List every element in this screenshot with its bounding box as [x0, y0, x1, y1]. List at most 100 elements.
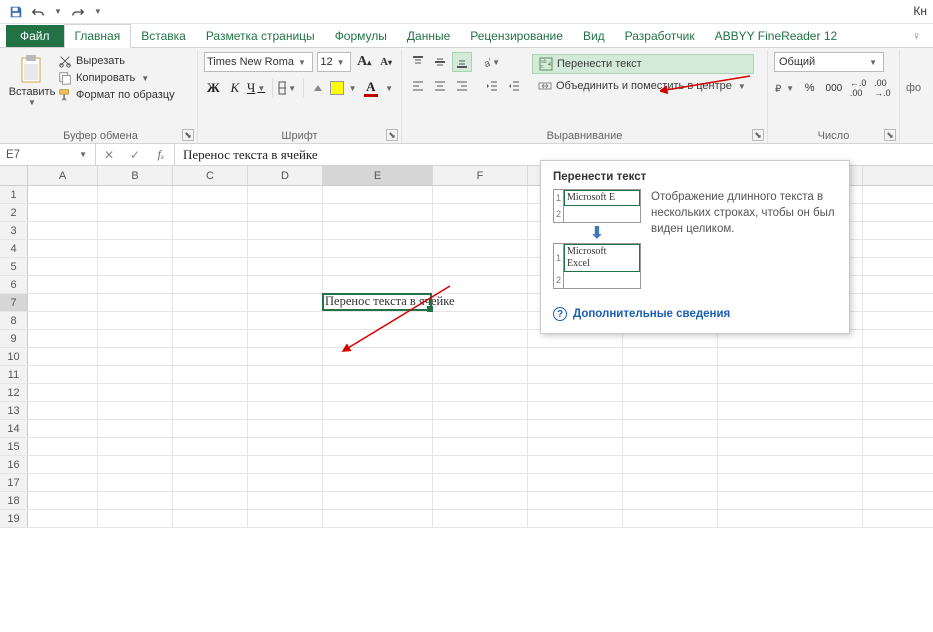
- tab-file[interactable]: Файл: [6, 25, 64, 47]
- cell-E1[interactable]: [323, 186, 433, 204]
- cell-A5[interactable]: [28, 258, 98, 276]
- cell-F11[interactable]: [433, 366, 528, 384]
- cell-D18[interactable]: [248, 492, 323, 510]
- tab-view[interactable]: Вид: [573, 25, 615, 47]
- cell-F15[interactable]: [433, 438, 528, 456]
- number-format-select[interactable]: Общий▼: [774, 52, 884, 72]
- fx-icon[interactable]: fₓ: [148, 147, 174, 162]
- cell-H10[interactable]: [623, 348, 718, 366]
- borders-button[interactable]: ▼: [278, 78, 298, 98]
- row-header-14[interactable]: 14: [0, 420, 28, 437]
- cell-H11[interactable]: [623, 366, 718, 384]
- cell-C19[interactable]: [173, 510, 248, 528]
- cell-A15[interactable]: [28, 438, 98, 456]
- cell-D12[interactable]: [248, 384, 323, 402]
- cell-B19[interactable]: [98, 510, 173, 528]
- cell-H14[interactable]: [623, 420, 718, 438]
- cell-G18[interactable]: [528, 492, 623, 510]
- cell-L16[interactable]: [718, 456, 863, 474]
- save-icon[interactable]: [8, 4, 24, 20]
- cell-D7[interactable]: [248, 294, 323, 312]
- cell-C9[interactable]: [173, 330, 248, 348]
- cell-D1[interactable]: [248, 186, 323, 204]
- cell-D13[interactable]: [248, 402, 323, 420]
- alignment-dialog-launcher[interactable]: ⬊: [752, 129, 764, 141]
- column-header-A[interactable]: A: [28, 166, 98, 185]
- cell-E12[interactable]: [323, 384, 433, 402]
- cell-D14[interactable]: [248, 420, 323, 438]
- undo-dropdown-icon[interactable]: ▼: [52, 7, 64, 16]
- cell-L12[interactable]: [718, 384, 863, 402]
- comma-format-icon[interactable]: 000: [823, 78, 844, 98]
- font-dialog-launcher[interactable]: ⬊: [386, 129, 398, 141]
- cell-E14[interactable]: [323, 420, 433, 438]
- fill-color-button[interactable]: [309, 78, 328, 98]
- cancel-icon[interactable]: ✕: [96, 148, 122, 162]
- row-header-1[interactable]: 1: [0, 186, 28, 203]
- cell-F18[interactable]: [433, 492, 528, 510]
- row-header-2[interactable]: 2: [0, 204, 28, 221]
- cell-G12[interactable]: [528, 384, 623, 402]
- cell-G16[interactable]: [528, 456, 623, 474]
- cell-E3[interactable]: [323, 222, 433, 240]
- row-header-13[interactable]: 13: [0, 402, 28, 419]
- tab-home[interactable]: Главная: [64, 24, 132, 48]
- cell-G11[interactable]: [528, 366, 623, 384]
- cell-F8[interactable]: [433, 312, 528, 330]
- underline-button[interactable]: Ч▼: [247, 78, 267, 98]
- row-header-12[interactable]: 12: [0, 384, 28, 401]
- cut-button[interactable]: Вырезать: [58, 54, 175, 68]
- cell-G19[interactable]: [528, 510, 623, 528]
- cell-L13[interactable]: [718, 402, 863, 420]
- cell-A4[interactable]: [28, 240, 98, 258]
- align-bottom-icon[interactable]: [452, 52, 472, 72]
- cell-A3[interactable]: [28, 222, 98, 240]
- fill-dropdown-icon[interactable]: ▼: [347, 84, 359, 93]
- accounting-format-icon[interactable]: ₽▼: [774, 78, 796, 98]
- cell-B15[interactable]: [98, 438, 173, 456]
- cell-A1[interactable]: [28, 186, 98, 204]
- cell-B16[interactable]: [98, 456, 173, 474]
- row-header-8[interactable]: 8: [0, 312, 28, 329]
- cell-D6[interactable]: [248, 276, 323, 294]
- cell-B3[interactable]: [98, 222, 173, 240]
- cell-A6[interactable]: [28, 276, 98, 294]
- tab-abbyy[interactable]: ABBYY FineReader 12: [705, 25, 848, 47]
- cell-E13[interactable]: [323, 402, 433, 420]
- cell-E4[interactable]: [323, 240, 433, 258]
- cell-A10[interactable]: [28, 348, 98, 366]
- cell-B14[interactable]: [98, 420, 173, 438]
- cell-L19[interactable]: [718, 510, 863, 528]
- select-all-corner[interactable]: [0, 166, 28, 185]
- cell-D8[interactable]: [248, 312, 323, 330]
- format-painter-button[interactable]: Формат по образцу: [58, 88, 175, 102]
- tab-page-layout[interactable]: Разметка страницы: [196, 25, 325, 47]
- cell-L14[interactable]: [718, 420, 863, 438]
- cell-C3[interactable]: [173, 222, 248, 240]
- cell-C2[interactable]: [173, 204, 248, 222]
- number-dialog-launcher[interactable]: ⬊: [884, 129, 896, 141]
- cell-B6[interactable]: [98, 276, 173, 294]
- cell-F10[interactable]: [433, 348, 528, 366]
- cell-B9[interactable]: [98, 330, 173, 348]
- cell-E5[interactable]: [323, 258, 433, 276]
- column-header-E[interactable]: E: [323, 166, 433, 185]
- cell-E16[interactable]: [323, 456, 433, 474]
- cell-C8[interactable]: [173, 312, 248, 330]
- cell-B4[interactable]: [98, 240, 173, 258]
- cell-H16[interactable]: [623, 456, 718, 474]
- cell-L11[interactable]: [718, 366, 863, 384]
- cell-E17[interactable]: [323, 474, 433, 492]
- cell-C5[interactable]: [173, 258, 248, 276]
- cell-B7[interactable]: [98, 294, 173, 312]
- cell-A13[interactable]: [28, 402, 98, 420]
- cell-H15[interactable]: [623, 438, 718, 456]
- paste-button[interactable]: Вставить ▼: [10, 52, 54, 118]
- row-header-17[interactable]: 17: [0, 474, 28, 491]
- bold-button[interactable]: Ж: [204, 78, 223, 98]
- cell-G10[interactable]: [528, 348, 623, 366]
- cell-B10[interactable]: [98, 348, 173, 366]
- cell-F2[interactable]: [433, 204, 528, 222]
- tab-formulas[interactable]: Формулы: [325, 25, 397, 47]
- cell-F17[interactable]: [433, 474, 528, 492]
